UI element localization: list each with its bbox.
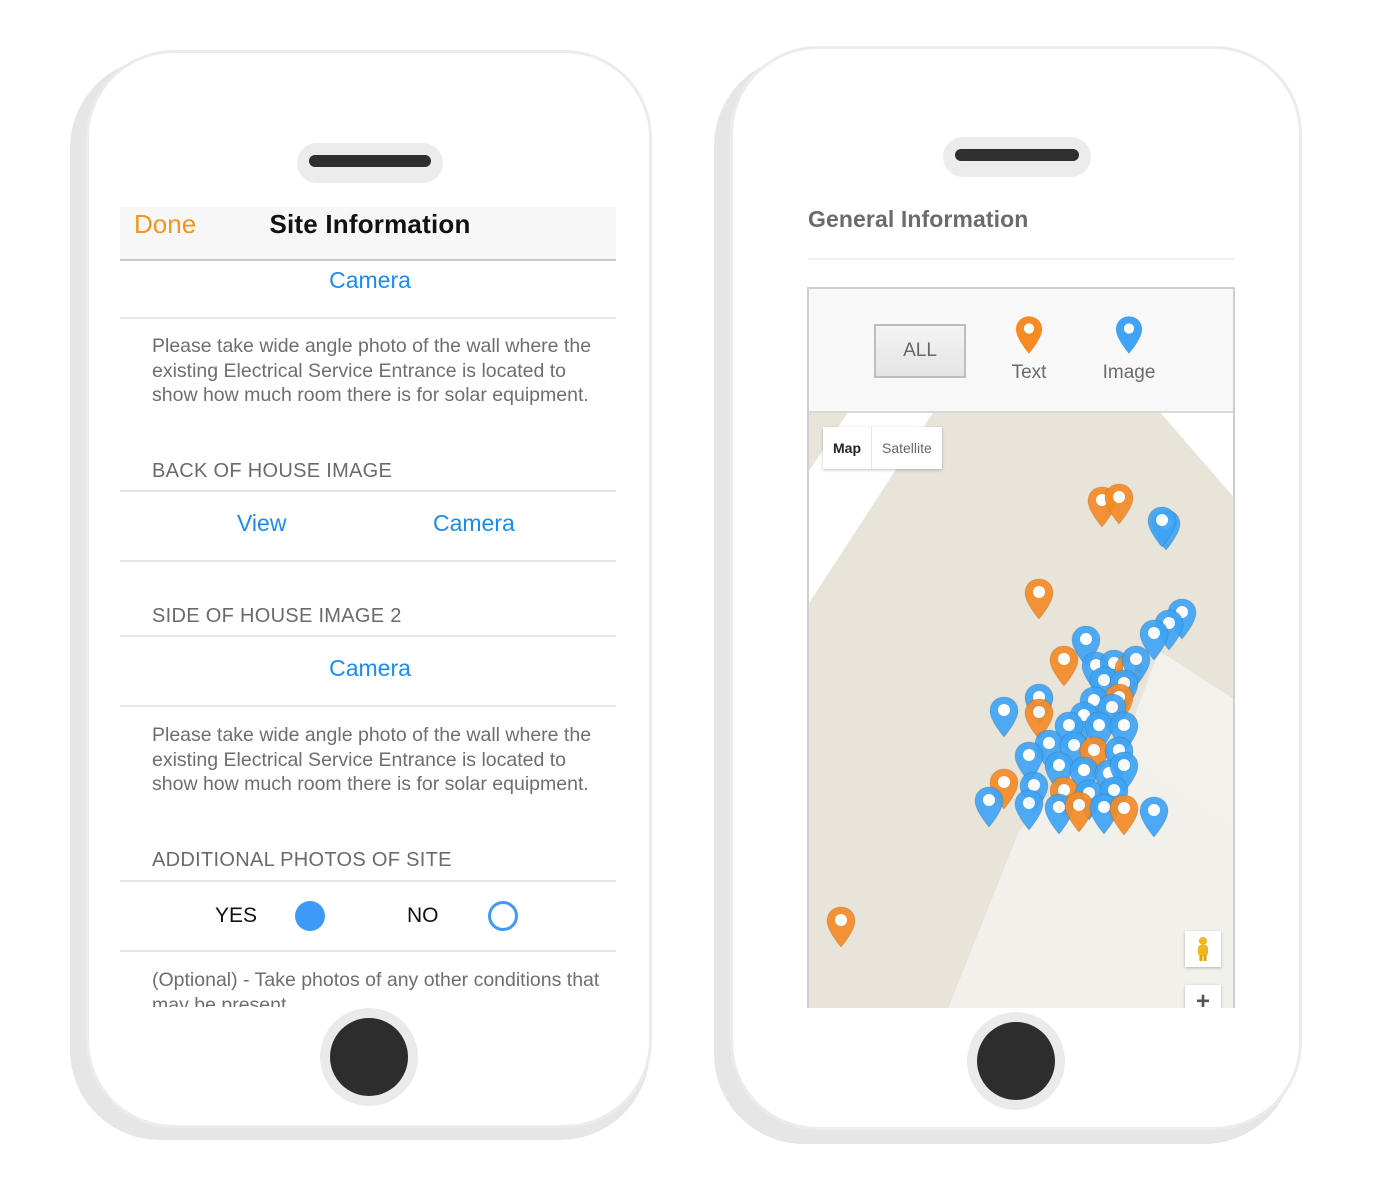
yes-no-row: YES NO [120, 882, 616, 952]
section-header-additional-photos: ADDITIONAL PHOTOS OF SITE [152, 849, 452, 871]
speaker-grille [955, 149, 1079, 161]
general-information-screen: General Information ALL Text Image Map S… [764, 192, 1254, 1008]
filter-image-label: Image [1102, 362, 1156, 383]
map-panel: ALL Text Image Map Satellite + [807, 287, 1235, 1008]
no-radio[interactable] [488, 901, 518, 931]
title-divider [808, 258, 1234, 260]
camera-button-1[interactable]: Camera [120, 267, 616, 294]
text-map-marker[interactable] [1024, 578, 1054, 620]
image-map-marker[interactable] [989, 696, 1019, 738]
text-map-marker[interactable] [826, 906, 856, 948]
section-title: General Information [808, 206, 1029, 232]
page-title: Site Information [269, 209, 471, 239]
section-header-back-of-house: BACK OF HOUSE IMAGE [152, 460, 393, 482]
camera-row-1: Camera [120, 261, 616, 319]
image-map-marker[interactable] [1014, 789, 1044, 831]
image-map-marker[interactable] [974, 786, 1004, 828]
marker-filter-bar: ALL Text Image [809, 289, 1233, 413]
view-button[interactable]: View [237, 510, 286, 537]
filter-text-button[interactable]: Text [999, 315, 1059, 384]
site-information-screen: Done Site Information Camera Please take… [120, 207, 616, 1007]
optional-text: (Optional) - Take photos of any other co… [152, 969, 600, 1007]
home-button-face [977, 1022, 1055, 1100]
no-label: NO [407, 904, 439, 927]
street-view-pegman[interactable] [1185, 931, 1221, 967]
yes-label: YES [215, 904, 258, 927]
map-type-satellite[interactable]: Satellite [872, 427, 942, 469]
orange-marker-icon [1015, 316, 1043, 354]
map-type-control: Map Satellite [823, 427, 942, 469]
left-speaker [297, 143, 443, 183]
text-map-marker[interactable] [1049, 645, 1079, 687]
description-text-1: Please take wide angle photo of the wall… [152, 335, 592, 406]
right-speaker [943, 137, 1091, 177]
back-of-house-actions: View Camera [120, 492, 616, 562]
image-map-marker[interactable] [1139, 796, 1169, 838]
text-map-marker[interactable] [1104, 483, 1134, 525]
filter-all-button[interactable]: ALL [874, 324, 966, 378]
right-home-button[interactable] [967, 1012, 1065, 1110]
image-map-marker[interactable] [1147, 506, 1177, 548]
zoom-in-button[interactable]: + [1185, 985, 1221, 1008]
map-background [809, 411, 1233, 1008]
navigation-bar: Done Site Information [120, 207, 616, 261]
camera-button-2[interactable]: Camera [433, 510, 515, 537]
pegman-icon [1198, 937, 1208, 961]
camera-row-3: Camera [120, 637, 616, 707]
speaker-grille [309, 155, 431, 167]
map-type-map[interactable]: Map [823, 427, 872, 469]
yes-radio[interactable] [295, 901, 325, 931]
description-text-2: Please take wide angle photo of the wall… [152, 724, 592, 795]
blue-marker-icon [1115, 316, 1143, 354]
text-map-marker[interactable] [1109, 794, 1139, 836]
section-header-side-of-house: SIDE OF HOUSE IMAGE 2 [152, 605, 402, 627]
home-button-face [330, 1018, 408, 1096]
left-home-button[interactable] [320, 1008, 418, 1106]
map-canvas[interactable]: Map Satellite + [809, 411, 1233, 1008]
camera-button-3[interactable]: Camera [120, 655, 616, 682]
filter-text-label: Text [1011, 362, 1047, 383]
filter-image-button[interactable]: Image [1094, 315, 1164, 384]
